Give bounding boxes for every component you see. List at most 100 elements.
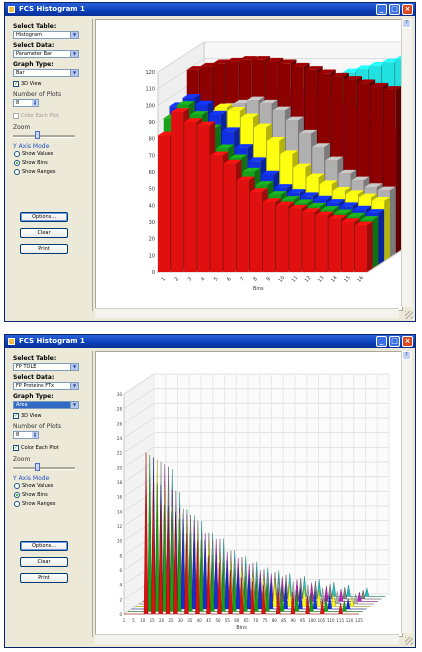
options-button[interactable]: Options...	[20, 212, 68, 222]
view-3d-checkbox[interactable]: ✓	[13, 413, 19, 419]
y-axis-mode-label: Y Axis Mode	[13, 475, 50, 482]
title-bar[interactable]: FCS Histogram 1 _ □ ×	[5, 3, 415, 16]
num-plots-spinner[interactable]: 8 ▲ ▼	[13, 99, 39, 107]
bar	[315, 215, 328, 272]
graph-type-combo[interactable]: Area ▼	[13, 401, 79, 409]
chevron-down-icon[interactable]: ▼	[70, 364, 78, 370]
y-tick-label: 14	[117, 509, 123, 514]
x-tick-label: 6	[226, 276, 233, 282]
x-tick-label: 14	[330, 275, 339, 284]
clear-button[interactable]: Clear	[20, 228, 68, 238]
y-tick-label: 50	[149, 187, 155, 193]
x-tick-label: 5	[132, 618, 135, 623]
chevron-down-icon[interactable]: ▼	[70, 70, 78, 76]
graph-type-combo[interactable]: Bar ▼	[13, 69, 79, 77]
bar-side	[372, 216, 379, 269]
zoom-slider[interactable]	[13, 463, 75, 472]
horizontal-scrollbar[interactable]	[95, 308, 399, 318]
x-tick-label: 110	[327, 618, 335, 623]
y-tick-label: 6	[119, 568, 122, 573]
bar	[354, 225, 367, 272]
bar	[236, 180, 249, 272]
close-button[interactable]: ×	[402, 336, 413, 347]
bar	[249, 192, 262, 272]
close-button[interactable]: ×	[402, 4, 413, 15]
options-button[interactable]: Options...	[20, 541, 68, 551]
x-tick-label: 25	[168, 618, 174, 623]
bar-side	[366, 221, 373, 272]
view-3d-checkbox[interactable]: ✓	[13, 81, 19, 87]
select-data-combo[interactable]: FP Proteins FTx ▼	[13, 382, 79, 390]
spin-arrows-icon[interactable]: ▲ ▼	[32, 100, 38, 106]
resize-grip-icon[interactable]	[405, 637, 413, 645]
radio-show-bins[interactable]	[14, 160, 20, 166]
print-button[interactable]: Print	[20, 573, 68, 583]
chevron-down-icon[interactable]: ▼	[70, 51, 78, 57]
select-data-value: Parameter Bar	[16, 51, 53, 57]
zoom-label: Zoom	[13, 456, 31, 463]
x-tick-label: 3	[187, 276, 194, 282]
help-button[interactable]: ?	[402, 351, 411, 360]
x-axis-title: Bins	[253, 286, 264, 292]
radio-show-ranges[interactable]	[14, 169, 20, 175]
x-tick-label: 105	[318, 618, 326, 623]
x-tick-label: 9	[265, 276, 272, 282]
view-3d-label: 3D View	[21, 413, 42, 419]
radio-show-ranges[interactable]	[14, 501, 20, 507]
vertical-scrollbar[interactable]: ?	[401, 19, 412, 307]
window-title: FCS Histogram 1	[19, 5, 85, 13]
zoom-thumb[interactable]	[35, 463, 40, 471]
help-button[interactable]: ?	[402, 19, 411, 28]
num-plots-value: 8	[16, 432, 20, 438]
y-tick-label: 12	[117, 524, 123, 529]
chevron-down-icon[interactable]: ▼	[70, 402, 78, 408]
clear-button[interactable]: Clear	[20, 557, 68, 567]
zoom-thumb[interactable]	[35, 131, 40, 139]
x-tick-label: 100	[308, 618, 316, 623]
x-tick-label: 15	[150, 618, 156, 623]
select-table-combo[interactable]: FP TOLE ▼	[13, 363, 79, 371]
y-tick-label: 30	[149, 220, 155, 226]
vertical-scrollbar[interactable]: ?	[401, 351, 412, 633]
y-tick-label: 100	[145, 103, 155, 109]
select-data-combo[interactable]: Parameter Bar ▼	[13, 50, 79, 58]
x-tick-label: 4	[200, 276, 207, 282]
bar	[197, 125, 210, 272]
horizontal-scrollbar[interactable]	[95, 634, 399, 644]
radio-show-values[interactable]	[14, 483, 20, 489]
radio-show-values[interactable]	[14, 151, 20, 157]
zoom-slider[interactable]	[13, 131, 75, 140]
select-table-value: FP TOLE	[16, 364, 37, 370]
radio-show-bins[interactable]	[14, 492, 20, 498]
maximize-button[interactable]: □	[389, 336, 400, 347]
num-plots-spinner[interactable]: 8 ▲ ▼	[13, 431, 39, 439]
zoom-track	[13, 135, 75, 138]
chevron-down-icon[interactable]: ▼	[70, 383, 78, 389]
minimize-button[interactable]: _	[376, 336, 387, 347]
bar	[223, 163, 236, 272]
minimize-button[interactable]: _	[376, 4, 387, 15]
radio-show-values-label: Show Values	[22, 483, 54, 489]
x-tick-label: 12	[304, 275, 313, 284]
num-plots-label: Number of Plots	[13, 91, 62, 98]
x-tick-label: 11	[291, 275, 300, 284]
color-each-plot-checkbox[interactable]	[13, 113, 19, 119]
x-tick-label: 70	[253, 618, 259, 623]
app-icon	[8, 338, 15, 345]
title-bar[interactable]: FCS Histogram 1 _ □ ×	[5, 335, 415, 348]
x-tick-label: 35	[187, 618, 193, 623]
maximize-button[interactable]: □	[389, 4, 400, 15]
chevron-down-icon[interactable]: ▼	[70, 32, 78, 38]
color-each-plot-checkbox[interactable]: ✓	[13, 445, 19, 451]
bar	[184, 122, 197, 272]
select-table-combo[interactable]: Histogram ▼	[13, 31, 79, 39]
radio-show-bins-label: Show Bins	[22, 492, 48, 498]
x-tick-label: 10	[278, 275, 287, 284]
bar-side	[389, 186, 396, 257]
spin-arrows-icon[interactable]: ▲ ▼	[32, 432, 38, 438]
view-3d-label: 3D View	[21, 81, 42, 87]
y-tick-label: 110	[145, 87, 155, 93]
print-button[interactable]: Print	[20, 244, 68, 254]
y-tick-label: 2	[119, 597, 122, 602]
resize-grip-icon[interactable]	[405, 311, 413, 319]
